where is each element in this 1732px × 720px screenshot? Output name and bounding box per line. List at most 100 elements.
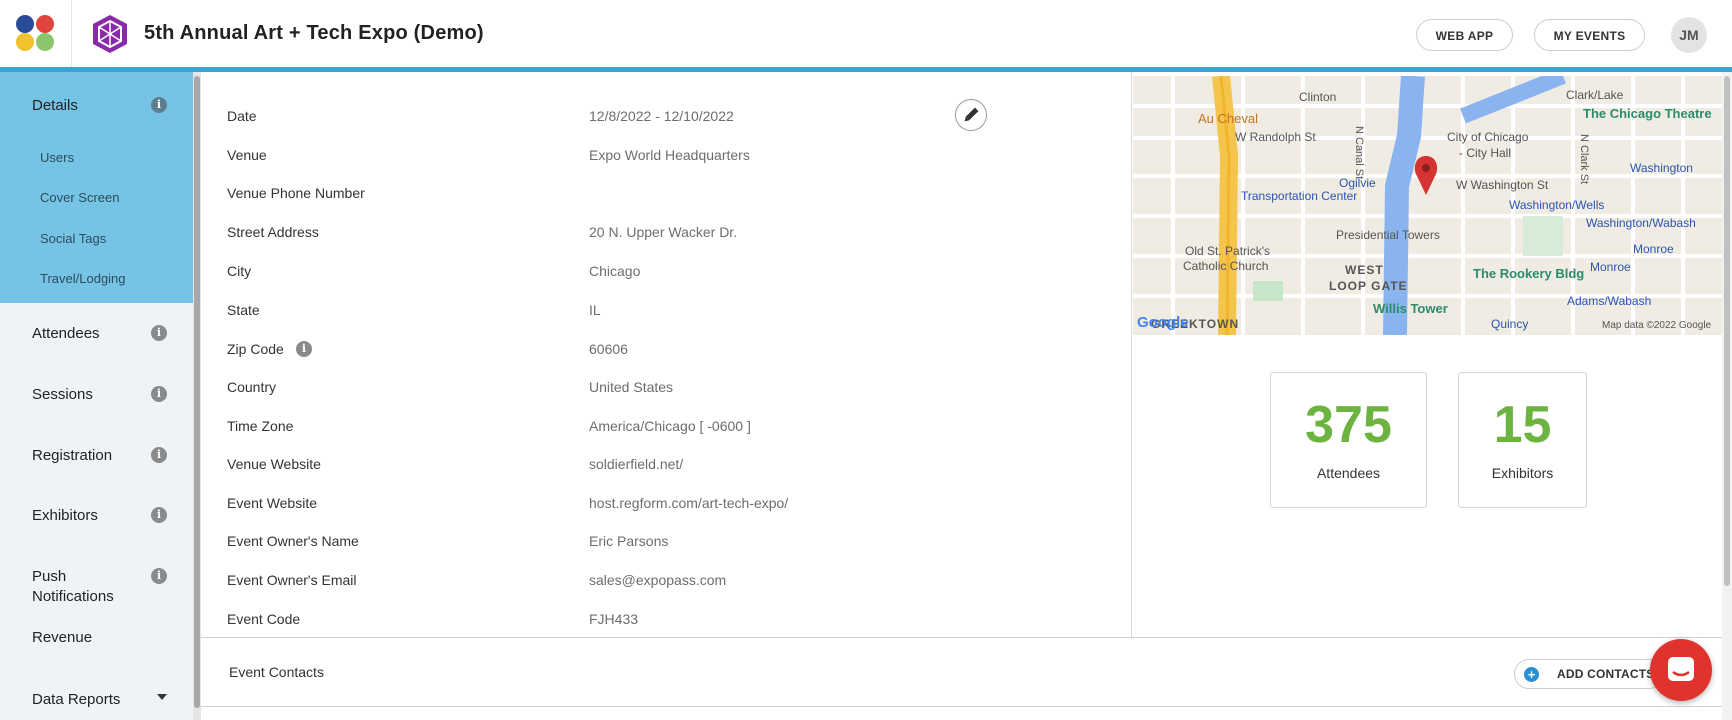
map-label: Au Cheval: [1198, 111, 1258, 126]
sidebar-item-social-tags[interactable]: Social Tags: [40, 231, 106, 246]
map-label: LOOP GATE: [1329, 279, 1408, 293]
exhibitors-label: Exhibitors: [1491, 465, 1554, 481]
map-label: Clinton: [1299, 90, 1337, 104]
sidebar-scrollbar-thumb[interactable]: [194, 76, 200, 708]
map-label: The Rookery Bldg: [1473, 266, 1585, 281]
sidebar-item-travel-lodging[interactable]: Travel/Lodging: [40, 271, 126, 286]
add-contacts-label: ADD CONTACTS: [1557, 667, 1655, 681]
sidebar-item-revenue[interactable]: Revenue: [32, 629, 92, 646]
row-label: Event Owner's Email: [227, 572, 357, 588]
info-icon[interactable]: i: [151, 507, 167, 523]
chevron-down-icon[interactable]: [157, 694, 167, 700]
exhibitors-count: 15: [1493, 396, 1552, 454]
avatar[interactable]: JM: [1671, 17, 1707, 53]
detail-row-venue-website: Venue Website soldierfield.net/: [201, 445, 1131, 483]
row-value: United States: [589, 379, 674, 395]
page-scrollbar-thumb[interactable]: [1724, 76, 1730, 586]
sidebar-item-exhibitors[interactable]: Exhibitors: [32, 507, 98, 524]
event-logo-icon: [93, 15, 127, 53]
row-value: soldierfield.net/: [589, 456, 684, 472]
app-logo[interactable]: [0, 0, 72, 67]
attendees-label: Attendees: [1316, 465, 1381, 481]
event-title: 5th Annual Art + Tech Expo (Demo): [144, 22, 484, 44]
event-contacts-title: Event Contacts: [229, 664, 324, 680]
row-label: Venue Website: [227, 456, 321, 472]
sidebar-item-notifications[interactable]: Notifications: [32, 588, 114, 605]
info-icon[interactable]: i: [151, 97, 167, 113]
map-label: Monroe: [1633, 242, 1674, 256]
row-label: Venue Phone Number: [227, 185, 365, 201]
map-label: N Clark St: [1578, 134, 1590, 185]
map-label: W Randolph St: [1235, 130, 1316, 144]
map-label: Willis Tower: [1373, 301, 1448, 316]
sidebar-item-registration[interactable]: Registration: [32, 447, 112, 464]
detail-row-city: City Chicago: [201, 252, 1131, 290]
map-label: Transportation Center: [1241, 189, 1358, 203]
row-value: 20 N. Upper Wacker Dr.: [589, 224, 738, 240]
sidebar-item-sessions[interactable]: Sessions: [32, 386, 93, 403]
chat-launcher-button[interactable]: [1650, 639, 1712, 701]
map-label: - City Hall: [1459, 146, 1512, 160]
google-logo: Google: [1137, 314, 1189, 331]
detail-row-zip-code: Zip Code i 60606: [201, 330, 1131, 368]
map-label: Washington/Wells: [1509, 198, 1605, 212]
sidebar-item-push[interactable]: Push: [32, 568, 66, 585]
chat-icon: [1668, 657, 1694, 681]
map-label: Catholic Church: [1183, 259, 1269, 273]
sidebar-item-data-reports[interactable]: Data Reports: [32, 691, 120, 708]
attendees-count: 375: [1305, 396, 1392, 454]
row-label: Event Owner's Name: [227, 533, 359, 549]
my-events-button[interactable]: MY EVENTS: [1534, 19, 1645, 51]
map-label: WEST: [1345, 263, 1384, 277]
detail-row-time-zone: Time Zone America/Chicago [ -0600 ]: [201, 407, 1131, 445]
row-value: 12/8/2022 - 12/10/2022: [589, 108, 734, 124]
detail-row-state: State IL: [201, 291, 1131, 329]
add-contacts-button[interactable]: + ADD CONTACTS: [1514, 659, 1664, 689]
map-label: The Chicago Theatre: [1583, 106, 1712, 121]
row-label: City: [227, 263, 252, 279]
exhibitors-stat-card[interactable]: 15 Exhibitors: [1458, 372, 1587, 508]
row-label: Venue: [227, 147, 267, 163]
map-label: Old St. Patrick's: [1185, 244, 1270, 258]
row-value: IL: [589, 302, 601, 318]
row-label: State: [227, 302, 260, 318]
venue-map[interactable]: Clinton Clark/Lake The Chicago Theatre A…: [1133, 76, 1722, 335]
detail-row-venue-phone: Venue Phone Number: [201, 174, 1131, 212]
info-icon[interactable]: i: [151, 325, 167, 341]
detail-row-owner-email: Event Owner's Email sales@expopass.com: [201, 561, 1131, 599]
logo-dot-yellow: [16, 33, 34, 51]
detail-row-owner-name: Event Owner's Name Eric Parsons: [201, 522, 1131, 560]
map-label: N Canal St: [1353, 126, 1365, 180]
row-value: Eric Parsons: [589, 533, 669, 549]
row-value: America/Chicago [ -0600 ]: [589, 418, 751, 434]
map-attribution[interactable]: Map data ©2022 Google: [1602, 320, 1711, 331]
event-details-panel: Date 12/8/2022 - 12/10/2022 Venue Expo W…: [201, 72, 1132, 637]
detail-row-country: Country United States: [201, 368, 1131, 406]
row-label: Street Address: [227, 224, 319, 240]
sidebar-item-details[interactable]: Details: [32, 97, 78, 114]
web-app-button[interactable]: WEB APP: [1416, 19, 1513, 51]
map-label: Clark/Lake: [1566, 88, 1624, 102]
row-value: Chicago: [589, 263, 641, 279]
sidebar-item-attendees[interactable]: Attendees: [32, 325, 100, 342]
info-icon[interactable]: i: [151, 386, 167, 402]
map-label: City of Chicago: [1447, 130, 1529, 144]
detail-row-date: Date 12/8/2022 - 12/10/2022: [201, 97, 1131, 135]
detail-row-event-code: Event Code FJH433: [201, 600, 1131, 638]
logo-dot-green: [36, 33, 54, 51]
sidebar-item-cover-screen[interactable]: Cover Screen: [40, 190, 119, 205]
sidebar-item-users[interactable]: Users: [40, 150, 74, 165]
top-header: 5th Annual Art + Tech Expo (Demo) WEB AP…: [0, 0, 1732, 72]
info-icon[interactable]: i: [296, 341, 312, 357]
event-contacts-section: Event Contacts + ADD CONTACTS: [201, 637, 1722, 707]
row-value: Expo World Headquarters: [589, 147, 750, 163]
logo-dot-blue: [16, 15, 34, 33]
attendees-stat-card[interactable]: 375 Attendees: [1270, 372, 1427, 508]
sidebar: Details i Users Cover Screen Social Tags…: [0, 72, 193, 720]
info-icon[interactable]: i: [151, 568, 167, 584]
row-value: FJH433: [589, 611, 639, 627]
info-icon[interactable]: i: [151, 447, 167, 463]
row-label: Time Zone: [227, 418, 294, 434]
edit-details-button[interactable]: [955, 99, 987, 131]
pencil-icon: [964, 107, 979, 122]
